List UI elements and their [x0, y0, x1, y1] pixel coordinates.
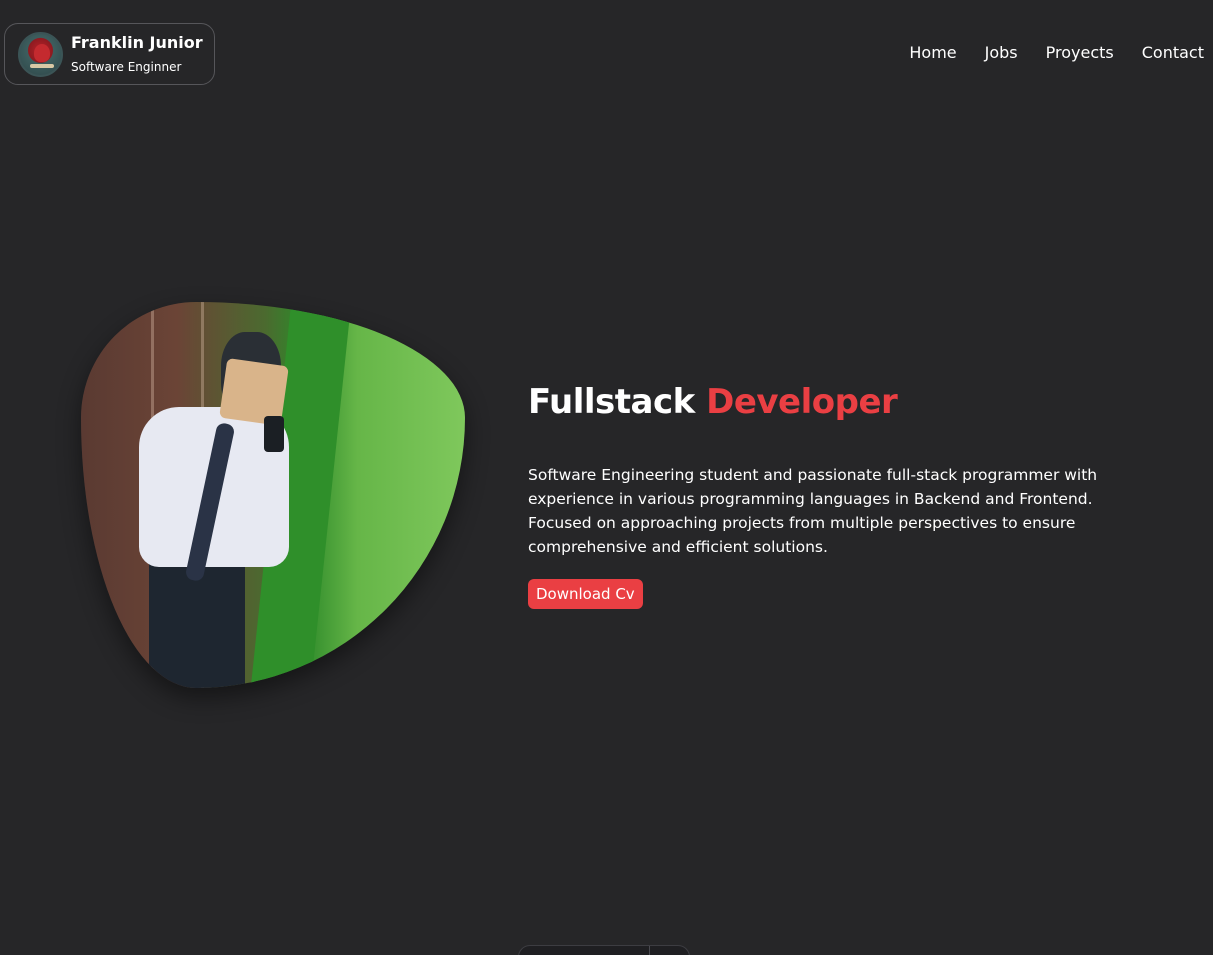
- brand-name: Franklin Junior: [71, 33, 203, 52]
- profile-photo: [81, 302, 465, 688]
- avatar: [18, 31, 63, 77]
- hero-title: Fullstack Developer: [528, 381, 1148, 423]
- brand-role: Software Enginner: [71, 60, 182, 74]
- hero-title-main: Fullstack: [528, 382, 695, 422]
- hero-description: Software Engineering student and passion…: [528, 466, 1098, 556]
- nav-link-jobs[interactable]: Jobs: [985, 43, 1018, 63]
- photo-detail: [264, 416, 284, 452]
- bottom-dock[interactable]: [518, 945, 690, 955]
- nav-link-contact[interactable]: Contact: [1142, 43, 1204, 63]
- nav-link-proyects[interactable]: Proyects: [1046, 43, 1114, 63]
- nav-link-home[interactable]: Home: [909, 43, 956, 63]
- hero-section: Fullstack Developer Software Engineering…: [528, 381, 1148, 609]
- brand-text: Franklin Junior Software Enginner: [71, 33, 203, 75]
- dock-divider: [649, 946, 650, 955]
- download-cv-button[interactable]: Download Cv: [528, 579, 643, 609]
- brand-card[interactable]: Franklin Junior Software Enginner: [4, 23, 215, 85]
- page: Franklin Junior Software Enginner Home J…: [0, 0, 1213, 955]
- main-nav: Home Jobs Proyects Contact: [909, 43, 1204, 63]
- hero-title-accent: Developer: [706, 382, 898, 422]
